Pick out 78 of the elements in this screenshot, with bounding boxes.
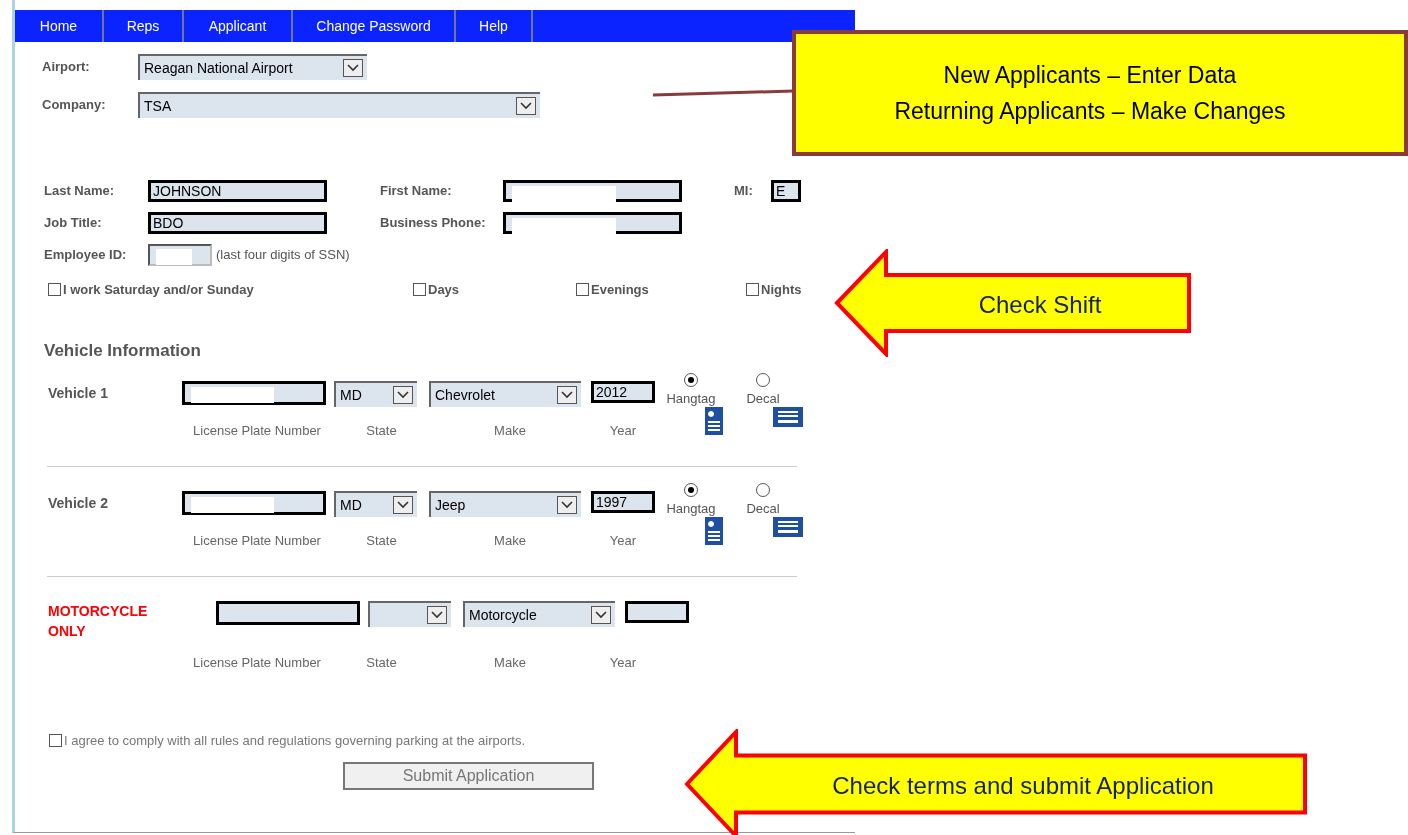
checkbox-label: Days <box>428 281 460 299</box>
dropdown[interactable]: TSA <box>138 92 540 118</box>
checkbox[interactable] <box>746 283 759 297</box>
checkbox[interactable] <box>413 283 426 297</box>
vehicle-label: Vehicle 1 <box>48 384 109 403</box>
field-label: Company: <box>42 96 107 115</box>
field-caption: State <box>365 654 398 672</box>
field-label: Employee ID: <box>44 246 128 265</box>
field-label: Airport: <box>42 58 91 77</box>
dropdown[interactable]: Chevrolet <box>429 381 581 407</box>
callout-text: Returning Applicants – Make Changes <box>894 97 1286 126</box>
field-caption: Year <box>608 654 638 672</box>
text-field[interactable] <box>503 212 682 234</box>
checkbox-label: Nights <box>761 281 802 299</box>
arrow-text: Check terms and submit Application <box>831 771 1215 801</box>
radio-button[interactable] <box>684 373 698 387</box>
nav-tab[interactable]: Reps <box>104 10 184 42</box>
decal-icon <box>773 406 803 427</box>
field-caption: Year <box>608 531 638 550</box>
nav-tab[interactable]: Applicant <box>184 10 293 42</box>
agreement-label: I agree to comply with all rules and regulations governing parking at the airports. <box>64 731 526 750</box>
nav-tab[interactable]: Change Password <box>293 10 456 42</box>
dropdown[interactable]: MD <box>334 491 417 517</box>
field-caption: License Plate Number <box>192 531 322 550</box>
field-caption: State <box>365 531 398 550</box>
radio-button[interactable] <box>684 483 698 497</box>
checkbox-label: Evenings <box>591 281 649 299</box>
redaction-mark <box>156 249 192 265</box>
text-field[interactable]: 1997 <box>591 491 655 513</box>
hangtag-icon <box>705 406 723 435</box>
nav-tab[interactable]: Home <box>15 10 104 42</box>
field-label: Business Phone: <box>380 214 487 233</box>
field-label: Job Title: <box>44 214 103 233</box>
text-field[interactable]: E <box>771 180 801 202</box>
field-caption: License Plate Number <box>192 654 322 672</box>
nav-tab[interactable]: Help <box>456 10 533 42</box>
field-label: MI: <box>734 182 754 201</box>
text-field[interactable]: JOHNSON <box>148 180 327 202</box>
field-caption: Make <box>493 531 527 550</box>
decal-icon <box>773 516 803 537</box>
text-field[interactable]: 2012 <box>591 381 655 403</box>
arrow-text: Check Shift <box>977 290 1103 320</box>
field-caption: Make <box>493 654 527 672</box>
text-field[interactable]: BDO <box>148 212 327 234</box>
dropdown[interactable]: MD <box>334 381 417 407</box>
radio-button[interactable] <box>756 373 770 387</box>
dropdown[interactable]: Jeep <box>429 491 581 517</box>
checkbox[interactable] <box>576 283 589 297</box>
dropdown[interactable]: Motorcycle <box>463 601 615 627</box>
hangtag-icon <box>705 516 723 545</box>
field-caption: Year <box>608 421 638 440</box>
text-field[interactable] <box>625 601 689 623</box>
field-hint: (last four digits of SSN) <box>216 246 350 265</box>
radio-label: Decal <box>746 500 780 518</box>
vehicle-label: MOTORCYCLE ONLY <box>48 602 149 641</box>
field-label: Last Name: <box>44 182 116 201</box>
field-label: First Name: <box>380 182 453 201</box>
checkbox[interactable] <box>48 283 61 297</box>
radio-label: Hangtag <box>666 390 716 408</box>
field-caption: Make <box>493 421 527 440</box>
callout-text: New Applicants – Enter Data <box>943 61 1237 90</box>
checkbox-label: I work Saturday and/or Sunday <box>63 281 254 299</box>
text-field[interactable] <box>182 381 326 405</box>
text-field[interactable] <box>182 491 326 515</box>
vehicle-label: Vehicle 2 <box>48 494 109 513</box>
radio-button[interactable] <box>756 483 770 497</box>
dropdown[interactable] <box>368 601 451 627</box>
submit-button[interactable]: Submit Application <box>343 762 594 790</box>
text-field[interactable] <box>503 180 682 202</box>
radio-label: Hangtag <box>666 500 716 518</box>
field-caption: License Plate Number <box>192 421 322 440</box>
text-field[interactable] <box>148 244 212 266</box>
checkbox[interactable] <box>49 733 62 747</box>
radio-label: Decal <box>746 390 780 408</box>
field-caption: State <box>365 421 398 440</box>
dropdown[interactable]: Reagan National Airport <box>138 54 367 80</box>
section-heading: Vehicle Information <box>44 339 202 362</box>
text-field[interactable] <box>216 601 360 625</box>
